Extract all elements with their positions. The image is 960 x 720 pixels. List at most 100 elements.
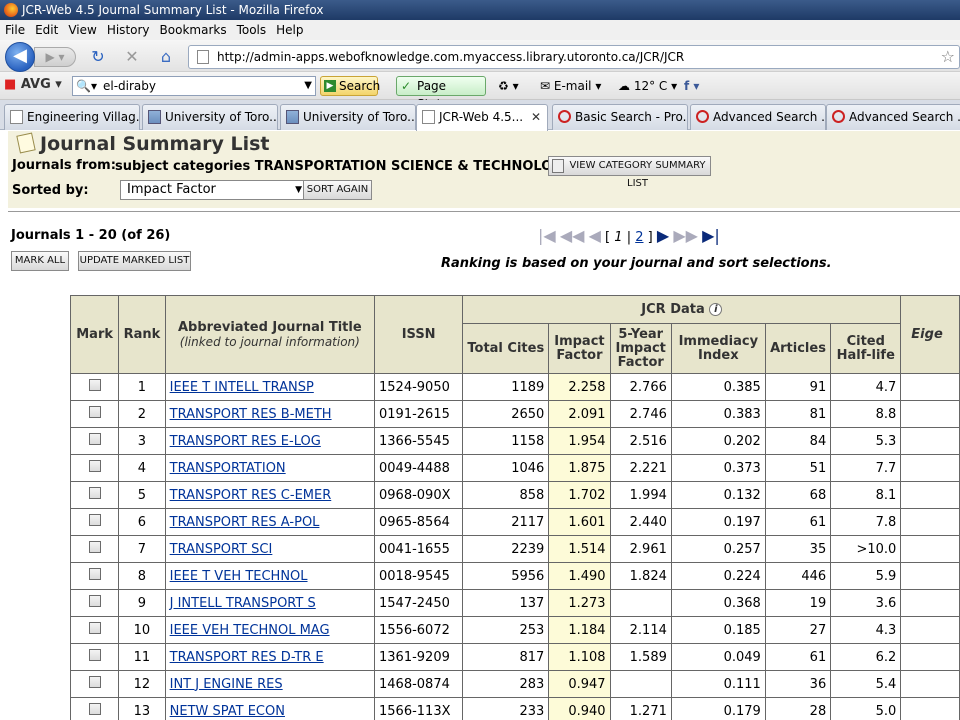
journal-title-cell: TRANSPORT RES A-POL xyxy=(164,508,376,536)
impact-factor-cell: 1.954 xyxy=(548,427,611,455)
home-icon[interactable]: ⌂ xyxy=(156,47,176,67)
email-button[interactable]: ✉ E-mail ▾ xyxy=(540,76,601,96)
forward-button[interactable]: ▶ ▾ xyxy=(34,47,76,67)
journal-title-cell: INT J ENGINE RES xyxy=(164,670,376,698)
prev-ten-icon[interactable]: ◀◀ xyxy=(560,225,585,247)
toolbar-search-button[interactable]: ▶ Search xyxy=(320,76,380,96)
journal-title-link[interactable]: IEEE T INTELL TRANSP xyxy=(170,380,314,395)
menu-bookmarks[interactable]: Bookmarks xyxy=(155,20,232,40)
mark-checkbox[interactable] xyxy=(88,514,101,526)
mark-checkbox-cell xyxy=(70,670,120,698)
issn-cell: 1361-9209 xyxy=(374,643,464,671)
refresh-icon[interactable]: ♻ ▾ xyxy=(498,76,519,96)
tab-advanced-search-1[interactable]: Advanced Search ... xyxy=(690,104,826,130)
back-button[interactable]: ◀ xyxy=(5,42,35,72)
menu-file[interactable]: File xyxy=(0,20,30,40)
prev-page-icon[interactable]: ◀ xyxy=(589,225,601,247)
tab-advanced-search-2[interactable]: Advanced Search ... xyxy=(826,104,960,130)
mark-checkbox[interactable] xyxy=(88,622,101,634)
menu-history[interactable]: History xyxy=(102,20,155,40)
tab-jcr-web[interactable]: JCR-Web 4.5... ✕ xyxy=(416,104,548,131)
journal-title-link[interactable]: TRANSPORT RES E-LOG xyxy=(170,434,321,449)
tab-university-toronto-2[interactable]: University of Toro... xyxy=(280,104,416,130)
eigen-cell xyxy=(900,535,960,563)
cited-half-life-cell: 3.6 xyxy=(830,589,902,617)
journal-title-link[interactable]: TRANSPORT RES B-METH xyxy=(170,407,332,422)
tab-engineering-village[interactable]: Engineering Villag... xyxy=(4,104,140,130)
pager: |◀ ◀◀ ◀ [ 1 | 2 ] ▶ ▶▶ ▶| xyxy=(538,225,720,247)
toolbar-search-input[interactable]: 🔍▾ el-diraby ▼ xyxy=(72,76,316,96)
info-icon[interactable]: i xyxy=(709,302,723,316)
mark-checkbox[interactable] xyxy=(88,487,101,499)
tab-university-toronto-1[interactable]: University of Toro... xyxy=(142,104,278,130)
journal-title-link[interactable]: IEEE VEH TECHNOL MAG xyxy=(170,623,330,638)
stop-icon[interactable]: ✕ xyxy=(122,47,142,67)
journal-title-cell: TRANSPORT SCI xyxy=(164,535,376,563)
first-page-icon[interactable]: |◀ xyxy=(538,225,556,247)
tab-basic-search[interactable]: Basic Search - Pro... xyxy=(552,104,688,130)
menu-help[interactable]: Help xyxy=(271,20,308,40)
mark-checkbox[interactable] xyxy=(88,568,101,580)
window-title: JCR-Web 4.5 Journal Summary List - Mozil… xyxy=(22,3,324,17)
journal-title-link[interactable]: TRANSPORT SCI xyxy=(170,542,273,557)
table-row: 9 J INTELL TRANSPORT S 1547-2450 137 1.273 0.… xyxy=(70,589,960,617)
menu-view[interactable]: View xyxy=(63,20,101,40)
total-cites-cell: 817 xyxy=(462,643,550,671)
last-page-icon[interactable]: ▶| xyxy=(702,225,720,247)
menu-edit[interactable]: Edit xyxy=(30,20,63,40)
sort-select[interactable]: Impact Factor ▼ xyxy=(120,180,306,200)
immediacy-cell: 0.111 xyxy=(670,670,766,698)
mark-checkbox[interactable] xyxy=(88,676,101,688)
close-tab-icon[interactable]: ✕ xyxy=(531,105,541,129)
page-status-button[interactable]: ✓ Page Status xyxy=(396,76,486,111)
journal-title-link[interactable]: TRANSPORTATION xyxy=(170,461,286,476)
bookmark-star-icon[interactable]: ☆ xyxy=(941,46,955,68)
total-cites-cell: 137 xyxy=(462,589,550,617)
journal-title-link[interactable]: J INTELL TRANSPORT S xyxy=(170,596,316,611)
reload-icon[interactable]: ↻ xyxy=(88,47,108,67)
chevron-down-icon[interactable]: ▼ xyxy=(304,77,312,95)
mark-checkbox[interactable] xyxy=(88,649,101,661)
page-2-link[interactable]: 2 xyxy=(635,230,643,245)
menu-tools[interactable]: Tools xyxy=(232,20,272,40)
cited-half-life-cell: 6.2 xyxy=(830,643,902,671)
mark-checkbox[interactable] xyxy=(88,541,101,553)
proquest-icon xyxy=(696,110,709,123)
mark-checkbox-cell xyxy=(70,616,120,644)
mark-checkbox[interactable] xyxy=(88,433,101,445)
mark-checkbox-cell xyxy=(70,508,120,536)
journals-from-value: subject categories TRANSPORTATION SCIENC… xyxy=(115,159,573,174)
facebook-icon[interactable]: f ▾ xyxy=(684,76,699,96)
eigen-cell xyxy=(900,589,960,617)
journal-title-link[interactable]: TRANSPORT RES C-EMER xyxy=(170,488,332,503)
mark-checkbox[interactable] xyxy=(88,703,101,715)
mark-checkbox[interactable] xyxy=(88,595,101,607)
mark-checkbox[interactable] xyxy=(88,460,101,472)
journal-title-link[interactable]: TRANSPORT RES D-TR E xyxy=(170,650,324,665)
journal-title-link[interactable]: TRANSPORT RES A-POL xyxy=(170,515,320,530)
avg-logo[interactable]: ■ AVG ▾ xyxy=(4,77,62,92)
total-cites-cell: 1189 xyxy=(462,373,550,401)
mark-checkbox-cell xyxy=(70,454,120,482)
journal-title-link[interactable]: IEEE T VEH TECHNOL xyxy=(170,569,308,584)
immediacy-cell: 0.368 xyxy=(670,589,766,617)
journal-title-link[interactable]: INT J ENGINE RES xyxy=(170,677,283,692)
total-cites-cell: 5956 xyxy=(462,562,550,590)
total-cites-cell: 233 xyxy=(462,697,550,720)
journal-title-cell: TRANSPORT RES C-EMER xyxy=(164,481,376,509)
journals-from-label: Journals from: xyxy=(12,158,116,173)
mark-all-button[interactable]: MARK ALL xyxy=(11,251,69,271)
update-marked-list-button[interactable]: UPDATE MARKED LIST xyxy=(78,251,191,271)
weather-button[interactable]: ☁ 12° C ▾ xyxy=(618,76,677,96)
journal-title-link[interactable]: NETW SPAT ECON xyxy=(170,704,285,719)
impact-factor-cell: 0.940 xyxy=(548,697,611,720)
next-page-icon[interactable]: ▶ xyxy=(657,225,669,247)
url-bar[interactable]: http://admin-apps.webofknowledge.com.mya… xyxy=(188,45,960,69)
next-ten-icon[interactable]: ▶▶ xyxy=(673,225,698,247)
view-category-summary-button[interactable]: VIEW CATEGORY SUMMARY LIST xyxy=(548,156,711,189)
mark-checkbox[interactable] xyxy=(88,406,101,418)
sort-again-button[interactable]: SORT AGAIN xyxy=(303,180,372,200)
issn-cell: 1468-0874 xyxy=(374,670,464,698)
rank-cell: 11 xyxy=(118,643,166,671)
mark-checkbox[interactable] xyxy=(88,379,101,391)
